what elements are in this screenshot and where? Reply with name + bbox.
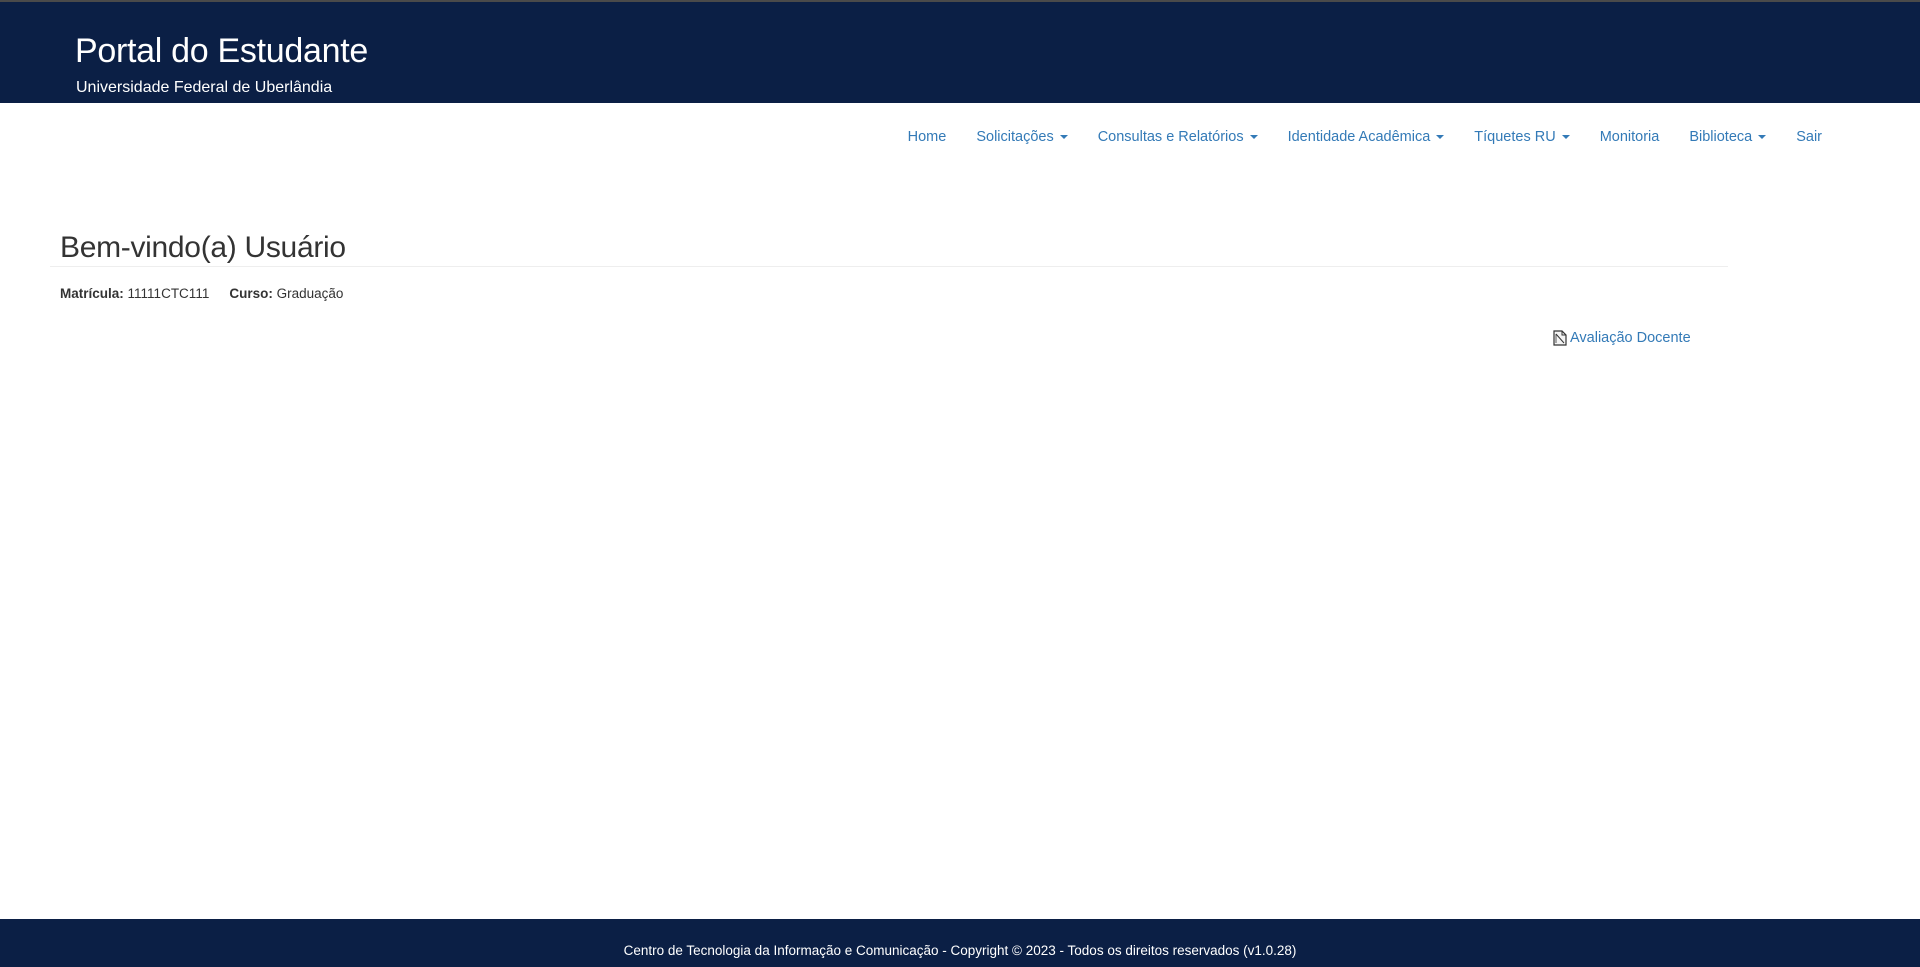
nav-item-monitoria[interactable]: Monitoria (1600, 126, 1660, 148)
nav-item-tiquetes-ru[interactable]: Tíquetes RU (1474, 126, 1570, 148)
nav-item-solicitacoes[interactable]: Solicitações (976, 126, 1068, 148)
site-footer: Centro de Tecnologia da Informação e Com… (0, 919, 1920, 967)
curso-label: Curso: (229, 286, 273, 301)
matricula-info: Matrícula: 11111CTC111 (60, 285, 209, 303)
nav-item-label: Solicitações (976, 129, 1054, 145)
nav-item-label: Identidade Acadêmica (1287, 129, 1431, 145)
page: Portal do Estudante Universidade Federal… (0, 0, 1920, 967)
caret-down-icon (1249, 135, 1258, 139)
university-name: Universidade Federal de Uberlândia (76, 79, 333, 96)
caret-down-icon (1561, 135, 1570, 139)
nav-item-label: Biblioteca (1689, 129, 1753, 145)
curso-info: Curso: Graduação (229, 285, 343, 303)
heading-divider (50, 266, 1728, 267)
matricula-label: Matrícula: (60, 286, 124, 301)
nav-item-label: Home (907, 129, 947, 145)
nav-item-consultas-relatorios[interactable]: Consultas e Relatórios (1098, 126, 1258, 148)
nav-item-label: Monitoria (1599, 129, 1660, 145)
avaliacao-docente-label: Avaliação Docente (1570, 330, 1691, 346)
nav-item-home[interactable]: Home (908, 126, 947, 148)
nav-item-label: Tíquetes RU (1474, 129, 1556, 145)
curso-value: Graduação (276, 286, 344, 301)
portal-title[interactable]: Portal do Estudante (75, 31, 368, 71)
matricula-value: 11111CTC111 (127, 286, 210, 301)
nav-item-label: Sair (1796, 129, 1822, 145)
caret-down-icon (1059, 135, 1068, 139)
nav-item-label: Consultas e Relatórios (1097, 129, 1244, 145)
welcome-heading: Bem-vindo(a) Usuário (60, 231, 346, 264)
caret-down-icon (1758, 135, 1767, 139)
footer-copyright: Centro de Tecnologia da Informação e Com… (623, 943, 1297, 958)
nav-item-biblioteca[interactable]: Biblioteca (1689, 126, 1767, 148)
caret-down-icon (1436, 135, 1445, 139)
avaliacao-docente-link[interactable]: Avaliação Docente (1553, 330, 1691, 346)
nav-item-identidade-academica[interactable]: Identidade Acadêmica (1288, 126, 1445, 148)
main-navbar: Home Solicitações Consultas e Relatórios… (0, 103, 1920, 167)
student-info: Matrícula: 11111CTC111 Curso: Graduação (60, 285, 363, 303)
nav-item-sair[interactable]: Sair (1796, 126, 1822, 148)
site-header: Portal do Estudante Universidade Federal… (0, 2, 1920, 103)
document-icon (1553, 330, 1567, 346)
nav-menu: Home Solicitações Consultas e Relatórios… (908, 126, 1822, 148)
